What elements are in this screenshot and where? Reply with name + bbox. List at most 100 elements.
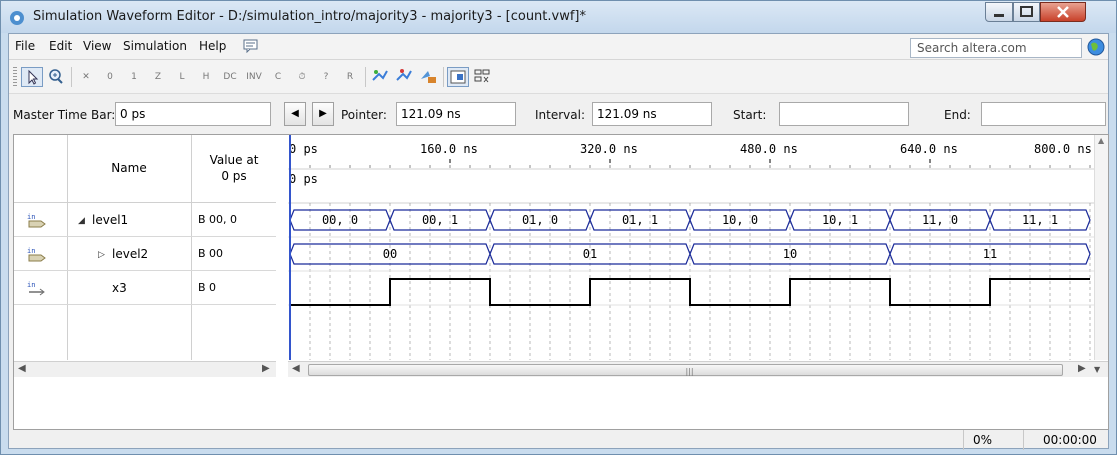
waveform-canvas[interactable]: 0 ps 160.0 ns 320.0 ns 480.0 ns 640.0 ns 800.… [288, 135, 1108, 360]
invert-icon[interactable]: INV [243, 67, 265, 87]
ruler-label: 320.0 ns [580, 142, 638, 156]
force-dont-care-icon[interactable]: DC [219, 67, 241, 87]
window-title: Simulation Waveform Editor - D:/simulati… [33, 9, 587, 24]
elapsed-time: 00:00:00 [1043, 433, 1097, 447]
waveform-svg: 0 ps 160.0 ns 320.0 ns 480.0 ns 640.0 ns 800.… [288, 142, 1108, 360]
name-column-header[interactable]: Name [68, 161, 190, 175]
menu-file[interactable]: File [15, 39, 35, 53]
title-bar[interactable]: Simulation Waveform Editor - D:/simulati… [1, 1, 1116, 33]
search-input[interactable]: Search altera.com [910, 38, 1082, 58]
signal-value: B 00 [198, 247, 224, 260]
scroll-right-icon[interactable]: ▶ [262, 363, 270, 374]
signal-list: Name Value at 0 ps in ◢ level1 B 00, 0 i… [14, 135, 276, 360]
force-low-icon[interactable]: 0 [99, 67, 121, 87]
scroll-right-icon[interactable]: ▶ [1078, 363, 1086, 374]
end-field[interactable] [981, 102, 1106, 126]
vertical-scrollbar[interactable]: ▲ [1094, 135, 1108, 360]
end-label: End: [944, 108, 971, 122]
pointer-value: 121.09 ns [401, 107, 461, 121]
run-functional-simulation-icon[interactable] [369, 67, 391, 87]
bus-value-label: 10, 1 [822, 213, 858, 227]
ruler-label: 640.0 ns [900, 142, 958, 156]
toolbar-grip [13, 67, 17, 87]
toolbar: ✕ 0 1 Z L H DC INV C ⏱ ? R [9, 60, 1108, 94]
run-timing-simulation-icon[interactable] [393, 67, 415, 87]
scroll-left-icon[interactable]: ◀ [292, 363, 300, 374]
progress-percent: 0% [973, 433, 993, 447]
value-header-line2: 0 ps [221, 169, 247, 183]
expand-icon[interactable]: ▷ [98, 250, 105, 260]
force-weak-high-icon[interactable]: H [195, 67, 217, 87]
clock-value-icon[interactable]: ⏱ [291, 67, 313, 87]
menu-simulation[interactable]: Simulation [123, 39, 187, 53]
scroll-left-icon[interactable]: ◀ [18, 363, 26, 374]
time-bar-row: Master Time Bar: 0 ps ◀ ▶ Pointer: 121.0… [9, 94, 1108, 136]
bus-value-label: 01, 1 [622, 213, 658, 227]
maximize-icon [1020, 6, 1033, 17]
zoom-tool-icon[interactable] [45, 67, 67, 87]
main-window: Simulation Waveform Editor - D:/simulati… [0, 0, 1117, 455]
bus-value-label: 11, 0 [922, 213, 958, 227]
signal-row-level2[interactable]: in ▷ level2 B 00 [14, 237, 276, 271]
selection-tool-icon[interactable] [21, 67, 43, 87]
waveform-panel: Name Value at 0 ps in ◢ level1 B 00, 0 i… [13, 134, 1109, 430]
sort-icon[interactable] [471, 67, 493, 87]
master-time-bar-label: Master Time Bar: [13, 108, 116, 122]
svg-text:in: in [27, 213, 35, 221]
pointer-label: Pointer: [341, 108, 387, 122]
generate-netlist-icon[interactable] [417, 67, 439, 87]
start-label: Start: [733, 108, 767, 122]
ruler-label: 800.0 ns [1034, 142, 1092, 156]
input-pin-icon: in [27, 213, 46, 228]
status-bar: 0% 00:00:00 [13, 430, 1109, 450]
bus-value-label: 11 [983, 247, 997, 261]
time-marker[interactable] [289, 135, 291, 360]
signal-name: level1 [92, 213, 129, 227]
value-column-header[interactable]: Value at 0 ps [192, 152, 276, 184]
force-high-impedance-icon[interactable]: Z [147, 67, 169, 87]
bus-value-label: 11, 1 [1022, 213, 1058, 227]
snap-to-grid-icon[interactable] [447, 67, 469, 87]
time-marker-label: 0 ps [289, 172, 318, 186]
next-transition-button[interactable]: ▶ [312, 102, 334, 126]
bus-value-label: 01, 0 [522, 213, 558, 227]
bus-value-label: 01 [583, 247, 597, 261]
input-pin-icon: in [27, 247, 46, 262]
force-unknown-icon[interactable]: ✕ [75, 67, 97, 87]
ruler-label: 480.0 ns [740, 142, 798, 156]
bus-value-label: 00 [383, 247, 397, 261]
start-field[interactable] [779, 102, 909, 126]
menu-view[interactable]: View [83, 39, 111, 53]
close-button[interactable] [1040, 2, 1086, 22]
scroll-up-icon[interactable]: ▲ [1098, 136, 1104, 145]
previous-transition-button[interactable]: ◀ [284, 102, 306, 126]
force-high-icon[interactable]: 1 [123, 67, 145, 87]
force-weak-low-icon[interactable]: L [171, 67, 193, 87]
random-value-icon[interactable]: R [339, 67, 361, 87]
count-value-icon[interactable]: C [267, 67, 289, 87]
interval-label: Interval: [535, 108, 585, 122]
globe-icon[interactable] [1087, 38, 1105, 56]
maximize-button[interactable] [1013, 2, 1040, 22]
signal-row-level1[interactable]: in ◢ level1 B 00, 0 [14, 203, 276, 237]
scroll-down-icon[interactable]: ▼ [1094, 365, 1100, 374]
feedback-icon[interactable] [243, 39, 259, 53]
arbitrary-value-icon[interactable]: ? [315, 67, 337, 87]
bus-value-label: 00, 1 [422, 213, 458, 227]
minimize-button[interactable] [985, 2, 1013, 22]
scrollbar-thumb[interactable]: ||| [308, 364, 1063, 376]
value-header-line1: Value at [209, 153, 259, 167]
expand-collapse-icon[interactable]: ◢ [78, 216, 85, 226]
quartus-app-icon [10, 11, 24, 25]
waveform-horizontal-scrollbar[interactable]: ◀ ||| ▶ ▼ [288, 361, 1108, 377]
signal-list-scrollbar[interactable]: ◀ ▶ [14, 361, 276, 377]
menu-help[interactable]: Help [199, 39, 226, 53]
svg-text:in: in [27, 281, 35, 289]
menu-bar: File Edit View Simulation Help Search al… [9, 34, 1108, 60]
signal-row-x3[interactable]: in x3 B 0 [14, 271, 276, 305]
menu-edit[interactable]: Edit [49, 39, 72, 53]
master-time-bar-field[interactable]: 0 ps [115, 102, 271, 126]
bus-value-label: 00, 0 [322, 213, 358, 227]
signal-name: x3 [112, 281, 127, 295]
ruler-label: 0 ps [289, 142, 318, 156]
